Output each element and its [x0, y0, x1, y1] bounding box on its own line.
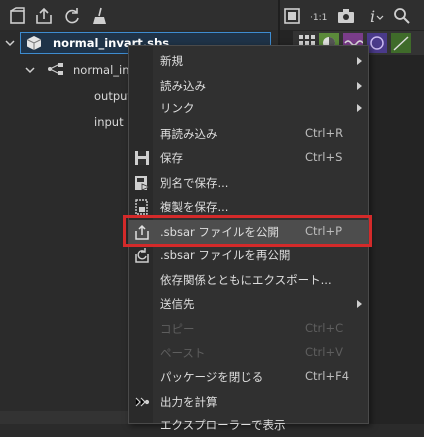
clean-broom-icon[interactable] [90, 6, 110, 26]
menu-item-shortcut: Ctrl+C [305, 321, 344, 335]
graph-icon [48, 63, 63, 75]
package-cube-icon [26, 36, 42, 50]
menu-item-label: 新規 [160, 54, 183, 68]
menu-item-reload[interactable]: 再読み込み Ctrl+R [129, 122, 368, 146]
chevron-down-icon[interactable] [25, 65, 35, 75]
curve-node-icon[interactable] [391, 33, 411, 53]
save-copy-icon [135, 199, 148, 215]
svg-text:i: i [370, 7, 375, 26]
menu-item-label: 再読み込み [160, 127, 218, 141]
submenu-arrow-icon [357, 300, 362, 308]
menu-item-label: エクスプローラーで表示 [160, 418, 286, 432]
reload-toolbar-icon[interactable] [62, 6, 82, 26]
search-icon[interactable] [392, 6, 412, 26]
submenu-arrow-icon [357, 82, 362, 90]
tree-node-output[interactable]: output [94, 89, 132, 103]
menu-item-compute-outputs[interactable]: 出力を計算 [129, 390, 368, 414]
menu-item-label: ペースト [160, 346, 206, 360]
menu-item-label: .sbsar ファイルを再公開 [160, 248, 291, 262]
shape-node-icon[interactable] [367, 33, 387, 53]
compute-icon [135, 397, 150, 407]
menu-item-label: パッケージを閉じる [160, 370, 264, 384]
menu-item-label: 出力を計算 [160, 395, 218, 409]
menu-item-send-to[interactable]: 送信先 [129, 292, 368, 316]
camera-icon[interactable] [336, 6, 356, 26]
explorer-toolbar [0, 0, 278, 30]
publish-toolbar-icon[interactable] [34, 6, 54, 26]
menu-item-shortcut: Ctrl+S [305, 150, 343, 164]
menu-item-label: 送信先 [160, 297, 195, 311]
save-icon [135, 151, 149, 165]
save-as-icon [135, 176, 150, 191]
annotation-highlight-box [123, 215, 372, 247]
tree-node-input[interactable]: input [94, 115, 124, 129]
menu-item-copy[interactable]: コピー Ctrl+C [129, 317, 368, 341]
menu-item-label: コピー [160, 322, 195, 336]
menu-item-label: 読み込み [160, 79, 206, 93]
new-package-icon[interactable] [8, 6, 28, 26]
graph-toolbar: ·1:1· i [280, 0, 424, 30]
svg-text:·1:1·: ·1:1· [310, 13, 328, 23]
menu-item-save[interactable]: 保存 Ctrl+S [129, 146, 368, 170]
graph-name[interactable]: normal_inv [73, 63, 136, 77]
menu-item-export-dependencies[interactable]: 依存関係とともにエクスポート... [129, 268, 368, 292]
submenu-arrow-icon [357, 104, 362, 112]
menu-item-shortcut: Ctrl+F4 [305, 369, 350, 383]
menu-item-label: リンク [160, 101, 195, 115]
menu-item-label: 別名で保存... [160, 176, 229, 190]
menu-item-label: 保存 [160, 151, 183, 165]
menu-item-shortcut: Ctrl+V [305, 345, 343, 359]
menu-item-label: 依存関係とともにエクスポート... [160, 273, 332, 287]
submenu-arrow-icon [357, 57, 362, 65]
menu-item-import[interactable]: 読み込み [129, 74, 368, 98]
menu-item-paste[interactable]: ペースト Ctrl+V [129, 341, 368, 365]
menu-item-close-package[interactable]: パッケージを閉じる Ctrl+F4 [129, 365, 368, 389]
chevron-down-icon[interactable] [5, 38, 15, 48]
menu-item-link[interactable]: リンク [129, 96, 368, 120]
menu-item-save-as[interactable]: 別名で保存... [129, 171, 368, 195]
menu-item-shortcut: Ctrl+R [305, 126, 344, 140]
frame-icon[interactable] [282, 6, 302, 26]
info-icon[interactable]: i [364, 6, 384, 26]
menu-item-label: 複製を保存... [160, 200, 229, 214]
menu-item-new[interactable]: 新規 [129, 49, 368, 73]
menu-item-show-in-explorer[interactable]: エクスプローラーで表示 [129, 413, 368, 437]
republish-icon [135, 248, 149, 263]
zoom-fit-icon[interactable]: ·1:1· [308, 6, 328, 26]
